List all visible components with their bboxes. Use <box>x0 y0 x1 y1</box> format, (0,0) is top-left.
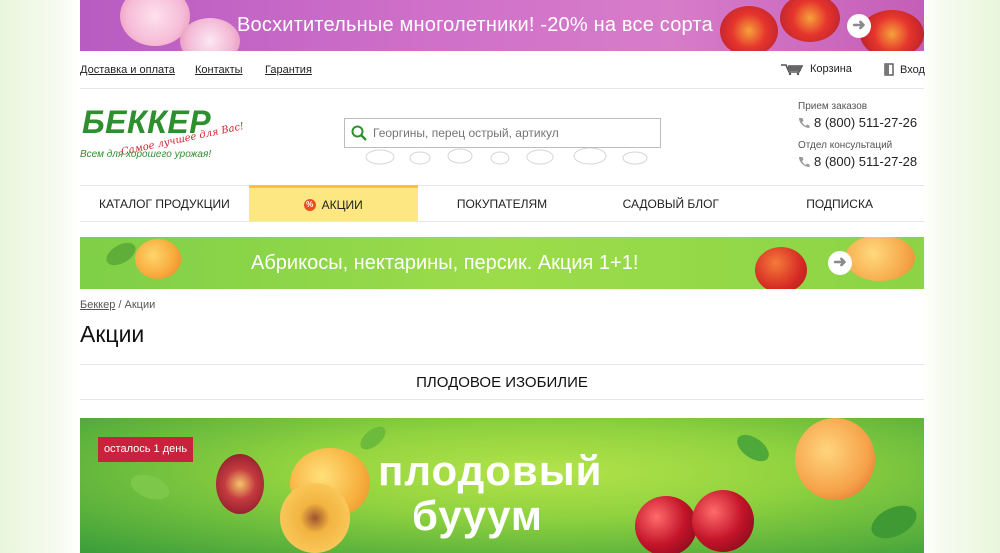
nav-item-catalog[interactable]: Каталог продукции <box>80 186 249 222</box>
nav-item-blog[interactable]: Садовый блог <box>586 186 755 222</box>
section-title[interactable]: ПЛОДОВОЕ ИЗОБИЛИЕ <box>80 364 924 400</box>
leaf-image <box>102 238 140 270</box>
cart-label: Корзина <box>810 63 852 75</box>
nectarine-image <box>755 247 807 289</box>
promo-banner-text: Абрикосы, нектарины, персик. Акция 1+1! <box>251 252 639 274</box>
site-logo[interactable]: БЕККЕР Самое лучшее для Вас! Всем для хо… <box>80 104 245 164</box>
flower-decoration <box>780 0 840 42</box>
banner-headline-line2: бууум <box>412 492 543 539</box>
breadcrumb: Беккер / Акции <box>80 299 155 311</box>
nav-label: Акции <box>321 197 363 212</box>
leaf-image <box>866 499 922 545</box>
cherry-image <box>635 496 697 553</box>
peach-slice-image <box>795 418 875 500</box>
leaf-image <box>732 429 774 467</box>
apricot-half-image <box>280 483 350 553</box>
cart-icon <box>781 64 804 75</box>
phone-icon <box>799 156 810 167</box>
time-left-badge: осталось 1 день <box>98 437 193 462</box>
orders-label: Прием заказов <box>798 101 868 112</box>
consult-number: 8 (800) 511-27-28 <box>814 154 918 169</box>
delivery-link[interactable]: Доставка и оплата <box>80 64 175 76</box>
vegetables-doodle-icon <box>365 148 648 165</box>
contacts-link[interactable]: Контакты <box>195 64 243 76</box>
login-link[interactable]: Вход <box>884 63 925 76</box>
orders-phone[interactable]: 8 (800) 511-27-26 <box>798 115 924 130</box>
search-box[interactable] <box>344 118 661 148</box>
guarantee-link[interactable]: Гарантия <box>265 64 312 76</box>
search-input[interactable] <box>373 126 653 140</box>
nav-item-sales[interactable]: % Акции <box>248 185 418 221</box>
arrow-right-icon[interactable]: ➜ <box>828 251 852 275</box>
apricot-image <box>135 239 181 279</box>
breadcrumb-current: Акции <box>124 299 156 311</box>
utility-bar: Доставка и оплата Контакты Гарантия Корз… <box>80 51 925 89</box>
phone-icon <box>799 117 810 128</box>
nav-label: Подписка <box>806 197 873 211</box>
breadcrumb-home[interactable]: Беккер <box>80 299 115 311</box>
login-label: Вход <box>900 63 925 76</box>
flower-decoration <box>720 6 778 51</box>
sale-percent-icon: % <box>303 198 316 211</box>
flower-decoration <box>180 18 240 51</box>
banner-headline: плодовый бууум <box>378 448 602 538</box>
banner-headline-line1: плодовый <box>378 447 603 494</box>
cart-link[interactable]: Корзина <box>780 63 852 75</box>
door-icon <box>884 63 894 76</box>
nav-label: Каталог продукции <box>99 197 230 211</box>
plum-half-image <box>216 454 264 514</box>
cherry-image <box>692 490 754 552</box>
leaf-image <box>127 469 173 505</box>
logo-subtitle: Всем для хорошего урожая! <box>80 149 212 160</box>
nav-item-subscription[interactable]: Подписка <box>755 186 924 222</box>
peach-slice-image <box>845 237 915 281</box>
page-title: Акции <box>80 321 145 347</box>
fruit-promo-banner[interactable]: Абрикосы, нектарины, персик. Акция 1+1! … <box>80 237 924 289</box>
arrow-right-icon[interactable]: ➜ <box>847 14 871 38</box>
breadcrumb-separator: / <box>115 299 125 311</box>
nav-item-customers[interactable]: Покупателям <box>418 186 587 222</box>
main-nav: Каталог продукции % Акции Покупателям Са… <box>80 185 924 222</box>
consult-label: Отдел консультаций <box>798 140 893 151</box>
search-icon[interactable] <box>345 125 373 141</box>
section-title-text: ПЛОДОВОЕ ИЗОБИЛИЕ <box>416 373 588 391</box>
phone-contacts: Прием заказов 8 (800) 511-27-26 Отдел ко… <box>798 101 924 179</box>
orders-number: 8 (800) 511-27-26 <box>814 115 918 130</box>
fruit-boom-banner[interactable]: осталось 1 день плодовый бууум <box>80 418 924 553</box>
top-promo-banner[interactable]: Восхитительные многолетники! -20% на все… <box>80 0 924 51</box>
nav-label: Покупателям <box>456 197 548 211</box>
nav-label: Садовый блог <box>622 197 719 211</box>
top-banner-text: Восхитительные многолетники! -20% на все… <box>237 14 713 36</box>
consult-phone[interactable]: 8 (800) 511-27-28 <box>798 154 924 169</box>
